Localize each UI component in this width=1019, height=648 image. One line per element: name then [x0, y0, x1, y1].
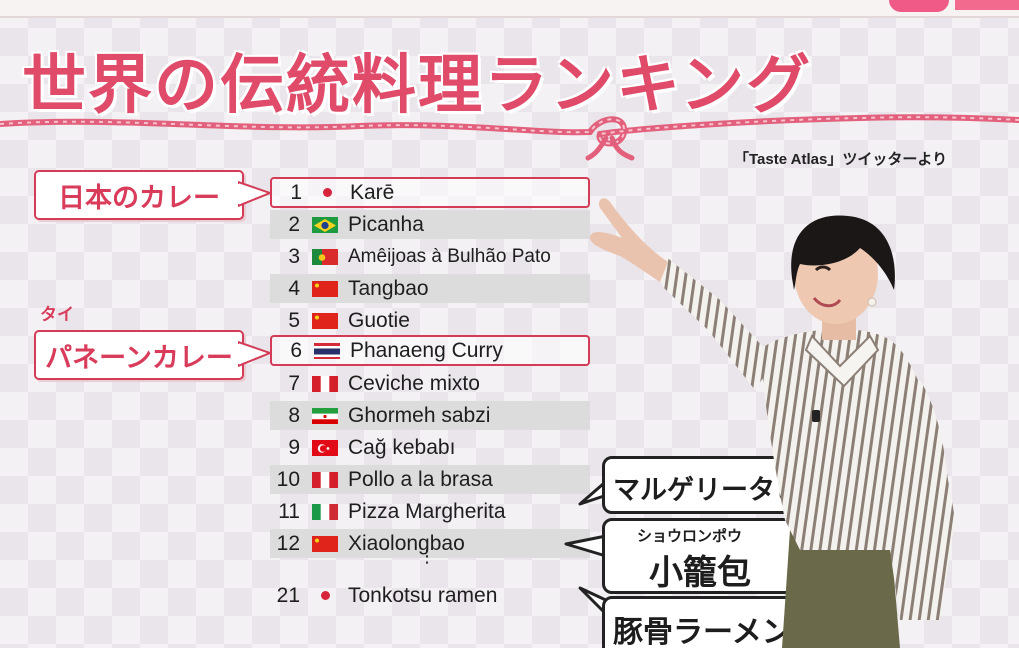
label-pointer-panaeng — [238, 340, 272, 368]
japan-flag-icon — [312, 587, 338, 604]
ranking-row-8: 8 Ghormeh sabzi — [270, 401, 590, 430]
dish-name: Xiaolongbao — [348, 531, 465, 555]
rank-number: 2 — [288, 212, 300, 236]
dish-name: Ghormeh sabzi — [348, 403, 491, 427]
dish-name: Phanaeng Curry — [350, 338, 503, 362]
japan-flag-icon — [314, 184, 340, 201]
ranking-row-6: 6 Phanaeng Curry — [270, 335, 590, 366]
rank-number: 6 — [290, 338, 302, 362]
label-panaeng-curry: パネーンカレー — [34, 330, 244, 380]
dish-name: Amêijoas à Bulhão Pato — [348, 245, 551, 267]
dish-name: Pizza Margherita — [348, 499, 506, 523]
ellipsis-indicator: ⋮ — [418, 546, 436, 567]
italy-flag-icon — [312, 503, 338, 520]
ranking-row-1: 1 Karē — [270, 177, 590, 208]
label-japan-curry-text: 日本のカレー — [58, 182, 220, 214]
label-japan-curry: 日本のカレー — [34, 170, 244, 220]
top-decoration — [889, 0, 949, 12]
top-bar — [0, 0, 1019, 18]
portugal-flag-icon — [312, 248, 338, 265]
rank-number: 3 — [288, 244, 300, 268]
dish-name: Cağ kebabı — [348, 435, 456, 459]
china-flag-icon — [312, 280, 338, 297]
dish-name: Karē — [350, 180, 395, 204]
rank-number: 1 — [290, 180, 302, 204]
thailand-flag-icon — [314, 342, 340, 359]
rank-number: 9 — [288, 435, 300, 459]
top-decoration-right — [955, 0, 1019, 10]
ranking-row-21: 21 Tonkotsu ramen — [270, 581, 590, 610]
rank-number: 4 — [288, 276, 300, 300]
ranking-row-10: 10 Pollo a la brasa — [270, 465, 590, 494]
broadcast-screen: 世界の伝統料理ランキング 「Taste Atlas」ツイッターより 日本のカレー… — [0, 0, 1019, 648]
label-thai-ruby: タイ — [40, 305, 74, 325]
rank-number: 7 — [288, 371, 300, 395]
rank-number: 10 — [276, 467, 300, 491]
ranking-row-11: 11 Pizza Margherita — [270, 497, 590, 526]
ranking-row-7: 7 Ceviche mixto — [270, 369, 590, 398]
ranking-row-4: 4 Tangbao — [270, 274, 590, 303]
rank-number: 5 — [288, 308, 300, 332]
dish-name: Pollo a la brasa — [348, 467, 493, 491]
dish-name: Picanha — [348, 212, 424, 236]
label-panaeng-curry-text: パネーンカレー — [45, 342, 233, 374]
brazil-flag-icon — [312, 216, 338, 233]
china-flag-icon — [312, 535, 338, 552]
peru-flag-icon — [312, 375, 338, 392]
dish-name: Tangbao — [348, 276, 429, 300]
dish-name: Ceviche mixto — [348, 371, 480, 395]
presenter-figure — [589, 198, 955, 648]
rank-number: 11 — [278, 499, 300, 523]
china-flag-icon — [312, 312, 338, 329]
turkey-flag-icon — [312, 439, 338, 456]
rank-number: 8 — [288, 403, 300, 427]
dish-name: Guotie — [348, 308, 410, 332]
ranking-row-2: 2 Picanha — [270, 210, 590, 239]
ranking-row-9: 9 Cağ kebabı — [270, 433, 590, 462]
rank-number: 12 — [276, 531, 300, 555]
dish-name: Tonkotsu ramen — [348, 583, 498, 607]
ranking-row-3: 3 Amêijoas à Bulhão Pato — [270, 242, 590, 271]
rank-number: 21 — [276, 583, 300, 607]
ranking-row-5: 5 Guotie — [270, 306, 590, 335]
source-caption: 「Taste Atlas」ツイッターより — [734, 151, 948, 168]
label-pointer-japan — [238, 180, 272, 208]
peru-flag-icon — [312, 471, 338, 488]
iran-flag-icon — [312, 407, 338, 424]
